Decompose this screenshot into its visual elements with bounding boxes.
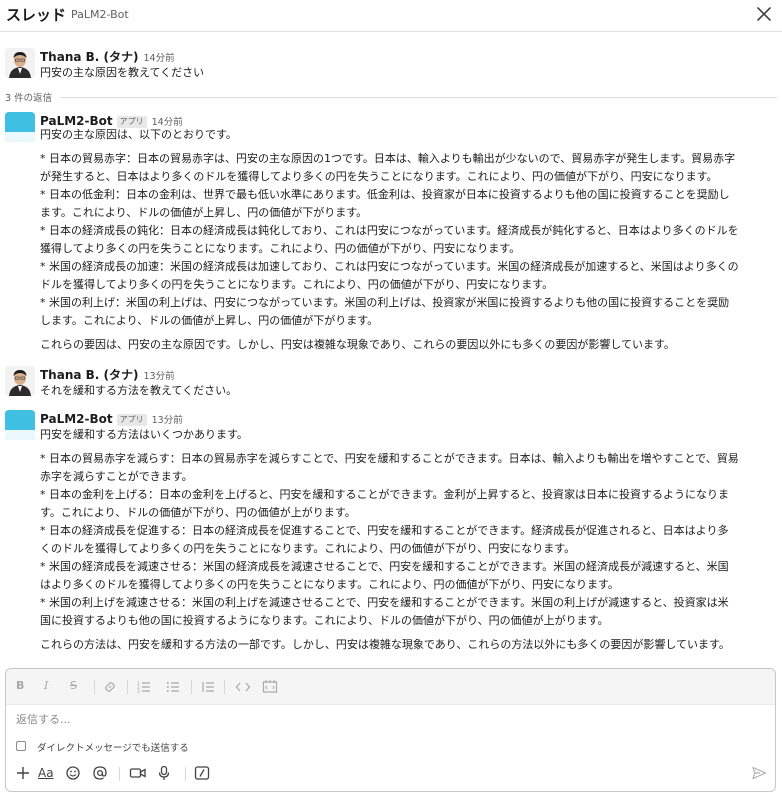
code-block-icon[interactable] xyxy=(262,679,278,694)
formatting-toolbar: B I S 1 2 3 xyxy=(6,669,775,705)
message-line: ドルを獲得してより多くの円を失うことになります。これにより、円の価値が下がり、円… xyxy=(40,278,554,291)
message-line: 円安の主な原因は、以下のとおりです。 xyxy=(40,128,237,141)
message-timestamp[interactable]: 13分前 xyxy=(144,371,175,382)
message-line: くのドルを獲得してより多くの円を失うことになります。これにより、円の価値が下がり… xyxy=(40,542,576,555)
message-line: 獲得してより多くの円を失うことになります。これにより、円の価値が下がり、円安にな… xyxy=(40,242,521,255)
toolbar-divider xyxy=(191,680,192,694)
thread-title: スレッド xyxy=(6,6,67,24)
dm-checkbox-label[interactable]: ダイレクトメッセージでも送信する xyxy=(37,740,189,754)
bold-button[interactable]: B xyxy=(16,679,24,692)
sender-name[interactable]: Thana B. (タナ) xyxy=(40,50,139,64)
message-line: これらの要因は、円安の主な原因です。しかし、円安は複雑な現象であり、これらの要因… xyxy=(40,338,675,351)
message-line: 円安の主な原因を教えてください xyxy=(40,66,205,79)
message-timestamp[interactable]: 14分前 xyxy=(144,53,175,64)
message-timestamp[interactable]: 13分前 xyxy=(152,415,183,426)
message-body: 円安を緩和する方法はいくつかあります。 * 日本の貿易赤字を減らす：日本の貿易赤… xyxy=(40,426,776,654)
bot-avatar[interactable] xyxy=(5,410,35,440)
send-icon[interactable] xyxy=(751,764,767,782)
app-badge: アプリ xyxy=(116,414,147,426)
dm-checkbox[interactable] xyxy=(16,741,26,751)
video-icon[interactable] xyxy=(129,764,147,782)
message-line: * 米国の利上げ：米国の利上げは、円安につながっています。米国の利上げは、投資家… xyxy=(40,296,730,309)
plus-icon[interactable] xyxy=(15,764,31,782)
toolbar-divider xyxy=(224,680,225,694)
reply-count: 3 件の返信 xyxy=(5,93,53,104)
code-icon[interactable] xyxy=(235,680,251,694)
message-line: * 日本の金利を上げる：日本の金利を上げると、円安を緩和することができます。金利… xyxy=(40,488,730,501)
message-line: ます。これにより、ドルの価値が上昇し、円の価値が下がります。 xyxy=(40,206,368,219)
strikethrough-button[interactable]: S xyxy=(70,679,77,692)
message-body: 円安の主な原因は、以下のとおりです。 * 日本の貿易赤字：日本の貿易赤字は、円安… xyxy=(40,126,776,354)
toolbar-divider xyxy=(127,680,128,694)
message-line: * 日本の貿易赤字：日本の貿易赤字は、円安の主な原因の1つです。日本は、輸入より… xyxy=(40,152,736,165)
message-body: それを緩和する方法を教えてください。 xyxy=(40,382,776,400)
reply-input[interactable]: 返信する... xyxy=(16,711,71,727)
emoji-icon[interactable] xyxy=(65,764,81,782)
link-icon[interactable] xyxy=(103,680,117,694)
message-line: します。これにより、ドルの価値が上昇し、円の価値が下がります。 xyxy=(40,314,379,327)
message-line: * 日本の貿易赤字を減らす：日本の貿易赤字を減らすことで、円安を緩和することがで… xyxy=(40,452,739,465)
reply-composer[interactable]: B I S 1 2 3 返信する... ダイレクトメッセージでも送信する Aa xyxy=(5,668,776,792)
message-line: * 米国の経済成長の加速：米国の経済成長は加速しており、これは円安につながってい… xyxy=(40,260,739,273)
toolbar-divider xyxy=(185,767,186,781)
sender-name[interactable]: Thana B. (タナ) xyxy=(40,368,139,382)
thread-channel-name[interactable]: PaLM2-Bot xyxy=(71,8,129,21)
replies-divider xyxy=(60,97,777,98)
close-icon[interactable] xyxy=(754,4,774,24)
message-line: * 米国の利上げを減速させる：米国の利上げを減速させることで、円安を緩和すること… xyxy=(40,596,729,609)
message-line: これらの方法は、円安を緩和する方法の一部です。しかし、円安は複雑な現象であり、こ… xyxy=(40,638,730,651)
message-line: それを緩和する方法を教えてください。 xyxy=(40,384,238,397)
message-line: はより多くのドルを獲得してより多くの円を失うことになります。これにより、円の価値… xyxy=(40,578,619,591)
blockquote-icon[interactable] xyxy=(201,680,215,694)
svg-text:3: 3 xyxy=(137,689,140,694)
mention-icon[interactable] xyxy=(92,764,108,782)
bullet-list-icon[interactable] xyxy=(166,680,180,694)
ordered-list-icon[interactable]: 1 2 3 xyxy=(137,680,151,694)
bot-avatar[interactable] xyxy=(5,112,35,142)
sender-name[interactable]: PaLM2-Bot xyxy=(40,412,113,426)
message-line: が発生すると、日本はより多くのドルを獲得してより多くの円を失うことになります。こ… xyxy=(40,170,718,183)
slash-command-icon[interactable] xyxy=(194,764,210,782)
message-line: * 米国の経済成長を減速させる：米国の経済成長を減速させることで、円安を緩和する… xyxy=(40,560,729,573)
message-line: 円安を緩和する方法はいくつかあります。 xyxy=(40,428,248,441)
message-line: * 日本の低金利：日本の金利は、世界で最も低い水準にあります。低金利は、投資家が… xyxy=(40,188,730,201)
user-avatar[interactable] xyxy=(5,366,35,396)
toolbar-divider xyxy=(119,767,120,781)
message-body: 円安の主な原因を教えてください xyxy=(40,64,776,82)
message-line: * 日本の経済成長の鈍化：日本の経済成長は鈍化しており、これは円安につながってい… xyxy=(40,224,739,237)
message-line: 赤字を減らすことができます。 xyxy=(40,470,193,483)
italic-button[interactable]: I xyxy=(44,679,48,692)
message-line: 国に投資するよりも他の国に投資するようになります。これにより、ドルの価値が下がり… xyxy=(40,614,609,627)
formatting-toggle-button[interactable]: Aa xyxy=(38,764,54,782)
microphone-icon[interactable] xyxy=(157,764,171,782)
user-avatar[interactable] xyxy=(5,48,35,78)
message-line: す。これにより、ドルの価値が下がり、円の価値が上がります。 xyxy=(40,506,356,519)
thread-header: スレッド PaLM2-Bot xyxy=(0,0,782,32)
message-line: * 日本の経済成長を促進する：日本の経済成長を促進することで、円安を緩和すること… xyxy=(40,524,729,537)
toolbar-divider xyxy=(94,680,95,694)
